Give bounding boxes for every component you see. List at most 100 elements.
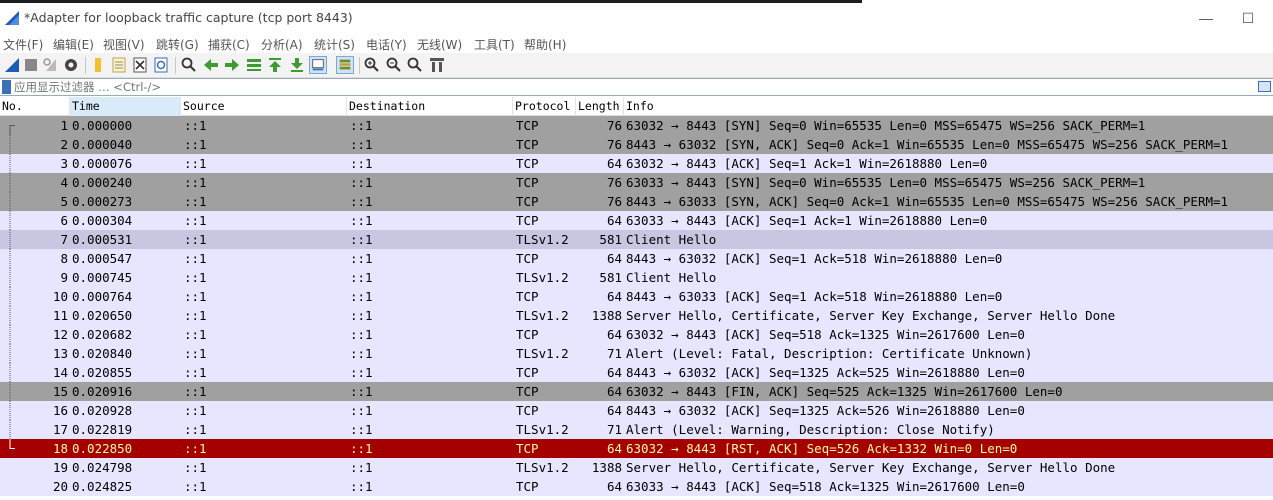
packet-source: ::1 — [184, 384, 207, 399]
packet-source: ::1 — [184, 118, 207, 133]
first-packet-icon[interactable] — [266, 56, 284, 74]
column-header-no[interactable]: No. — [0, 97, 70, 116]
packet-row[interactable]: 13 0.020840::1::1 TLSv1.2 71 Alert (Level: F… — [0, 344, 1273, 363]
apply-filter-arrow-icon[interactable] — [1258, 81, 1271, 92]
maximize-button[interactable]: ☐ — [1236, 8, 1260, 28]
packet-row[interactable]: 12 0.020682::1::1 TCP 64 63032 → 8443 [ACK] … — [0, 325, 1273, 344]
packet-row[interactable]: 7 0.000531::1::1 TLSv1.2 581 Client Hello — [0, 230, 1273, 249]
packet-row[interactable]: 15 0.020916::1::1 TCP 64 63032 → 8443 [FIN, … — [0, 382, 1273, 401]
menu-tools[interactable]: 工具(T) — [474, 36, 515, 53]
column-header-info[interactable]: Info — [624, 97, 1273, 116]
packet-row[interactable]: 2 0.000040::1::1 TCP 76 8443 → 63032 [SYN, A… — [0, 135, 1273, 154]
packet-row[interactable]: 20 0.024825::1::1 TCP 64 63033 → 8443 [ACK] … — [0, 477, 1273, 496]
packet-destination: ::1 — [350, 251, 373, 266]
packet-length: 64 — [606, 251, 622, 266]
shark-fin-icon[interactable] — [3, 56, 21, 74]
packet-time: 0.020840 — [72, 346, 133, 361]
menu-file[interactable]: 文件(F) — [3, 36, 43, 53]
zoom-reset-icon[interactable] — [406, 56, 424, 74]
packet-source: ::1 — [184, 308, 207, 323]
zoom-out-icon[interactable] — [385, 56, 403, 74]
column-header-destination[interactable]: Destination — [347, 97, 513, 116]
packet-time: 0.000076 — [72, 156, 133, 171]
autoscroll-icon[interactable] — [309, 56, 327, 74]
zoom-in-icon[interactable] — [363, 56, 381, 74]
packet-time: 0.020650 — [72, 308, 133, 323]
menu-go[interactable]: 跳转(G) — [156, 36, 199, 53]
toolbar-separator — [359, 57, 360, 74]
packet-info: 63033 → 8443 [ACK] Seq=1 Ack=1 Win=26188… — [626, 213, 988, 228]
packet-destination: ::1 — [350, 422, 373, 437]
back-arrow-icon[interactable] — [202, 56, 220, 74]
column-header-length[interactable]: Length — [576, 97, 624, 116]
packet-row[interactable]: 4 0.000240::1::1 TCP 76 63033 → 8443 [SYN] S… — [0, 173, 1273, 192]
options-icon[interactable] — [62, 56, 80, 74]
minimize-button[interactable]: — — [1194, 8, 1218, 28]
packet-row[interactable]: 3 0.000076::1::1 TCP 64 63032 → 8443 [ACK] S… — [0, 154, 1273, 173]
packet-row[interactable]: 10 0.000764::1::1 TCP 64 8443 → 63033 [ACK] … — [0, 287, 1273, 306]
packet-row[interactable]: 9 0.000745::1::1 TLSv1.2 581 Client Hello — [0, 268, 1273, 287]
restart-icon[interactable] — [41, 56, 59, 74]
file-icon[interactable] — [110, 56, 128, 74]
stop-icon[interactable] — [22, 56, 40, 74]
menu-bar: 文件(F) 编辑(E) 视图(V) 跳转(G) 捕获(C) 分析(A) 统计(S… — [0, 33, 1273, 53]
wireshark-fin-icon — [5, 11, 19, 25]
packet-protocol: TLSv1.2 — [516, 232, 569, 247]
menu-analyze[interactable]: 分析(A) — [261, 36, 303, 53]
display-filter-bar — [0, 78, 1273, 96]
packet-protocol: TCP — [516, 479, 539, 494]
menu-telephony[interactable]: 电话(Y) — [366, 36, 407, 53]
reload-icon[interactable] — [152, 56, 170, 74]
packet-row[interactable]: 14 0.020855::1::1 TCP 64 8443 → 63032 [ACK] … — [0, 363, 1273, 382]
menu-wireless[interactable]: 无线(W) — [417, 36, 462, 53]
column-header-time[interactable]: Time — [70, 97, 181, 116]
find-icon[interactable] — [180, 56, 198, 74]
column-header-protocol[interactable]: Protocol — [513, 97, 576, 116]
packet-row[interactable]: 11 0.020650::1::1 TLSv1.2 1388 Server Hello,… — [0, 306, 1273, 325]
related-packet-marker — [9, 268, 11, 287]
forward-arrow-icon[interactable] — [223, 56, 241, 74]
packet-length: 64 — [606, 289, 622, 304]
packet-source: ::1 — [184, 251, 207, 266]
packet-row[interactable]: 1 0.000000::1::1 TCP 76 63032 → 8443 [SYN] S… — [0, 116, 1273, 135]
menu-edit[interactable]: 编辑(E) — [53, 36, 94, 53]
last-packet-icon[interactable] — [288, 56, 306, 74]
packet-protocol: TCP — [516, 175, 539, 190]
open-folder-icon[interactable] — [89, 56, 107, 74]
column-header-source[interactable]: Source — [181, 97, 347, 116]
packet-time: 0.000240 — [72, 175, 133, 190]
packet-length: 581 — [599, 270, 622, 285]
packet-source: ::1 — [184, 194, 207, 209]
packet-source: ::1 — [184, 270, 207, 285]
menu-capture[interactable]: 捕获(C) — [208, 36, 250, 53]
display-filter-input[interactable] — [14, 79, 1254, 95]
close-file-icon[interactable] — [131, 56, 149, 74]
packet-length: 1388 — [591, 308, 622, 323]
menu-help[interactable]: 帮助(H) — [524, 36, 566, 53]
packet-length: 64 — [606, 441, 622, 456]
packet-time: 0.000745 — [72, 270, 133, 285]
menu-statistics[interactable]: 统计(S) — [314, 36, 355, 53]
packet-row[interactable]: 6 0.000304::1::1 TCP 64 63033 → 8443 [ACK] S… — [0, 211, 1273, 230]
resize-columns-icon[interactable] — [428, 56, 446, 74]
packet-info: 63032 → 8443 [RST, ACK] Seq=526 Ack=1332… — [626, 441, 1018, 456]
packet-row[interactable]: 5 0.000273::1::1 TCP 76 8443 → 63033 [SYN, A… — [0, 192, 1273, 211]
packet-source: ::1 — [184, 365, 207, 380]
goto-packet-icon[interactable] — [245, 56, 263, 74]
packet-destination: ::1 — [350, 384, 373, 399]
packet-destination: ::1 — [350, 479, 373, 494]
packet-row[interactable]: 17 0.022819::1::1 TLSv1.2 71 Alert (Level: W… — [0, 420, 1273, 439]
packet-protocol: TCP — [516, 156, 539, 171]
menu-view[interactable]: 视图(V) — [103, 36, 145, 53]
packet-time: 0.020928 — [72, 403, 133, 418]
packet-row[interactable]: 16 0.020928::1::1 TCP 64 8443 → 63032 [ACK] … — [0, 401, 1273, 420]
packet-info: 8443 → 63032 [ACK] Seq=1325 Ack=525 Win=… — [626, 365, 1025, 380]
packet-row[interactable]: 8 0.000547::1::1 TCP 64 8443 → 63032 [ACK] S… — [0, 249, 1273, 268]
related-packet-marker — [9, 249, 11, 268]
packet-row[interactable]: 19 0.024798::1::1 TLSv1.2 1388 Server Hello,… — [0, 458, 1273, 477]
bookmark-icon[interactable] — [2, 80, 11, 94]
packet-row[interactable]: 18 0.022850::1::1 TCP 64 63032 → 8443 [RST, … — [0, 439, 1273, 458]
colorize-icon[interactable] — [336, 56, 354, 74]
packet-time: 0.000040 — [72, 137, 133, 152]
packet-time: 0.000531 — [72, 232, 133, 247]
